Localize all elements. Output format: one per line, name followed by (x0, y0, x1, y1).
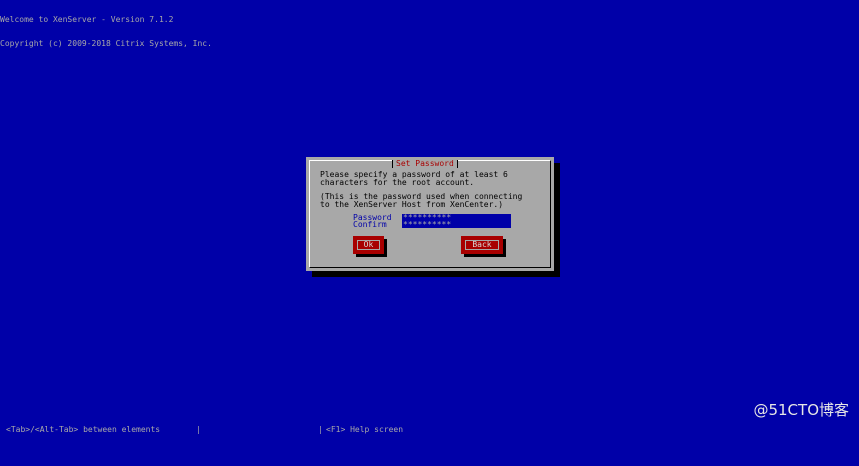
watermark: @51CTO博客 (753, 401, 849, 419)
help-footer: <Tab>/<Alt-Tab> between elements | | <F1… (0, 426, 859, 434)
back-button-label: Back (465, 240, 499, 250)
console-banner: Welcome to XenServer - Version 7.1.2 Cop… (0, 0, 212, 56)
confirm-password-field[interactable]: ********** (402, 221, 511, 228)
back-button-wrap: Back (461, 236, 506, 257)
dialog-frame: Set Password Please specify a password o… (309, 160, 551, 268)
footer-separator: | (196, 425, 201, 434)
footer-navigation-hint: <Tab>/<Alt-Tab> between elements (6, 425, 161, 434)
ok-button-wrap: Ok (353, 236, 387, 257)
back-button[interactable]: Back (461, 236, 503, 254)
note-line-2: to the XenServer Host from XenCenter.) (320, 200, 504, 209)
message-line-2: characters for the root account. (320, 178, 475, 187)
dialog-title: Set Password (392, 160, 458, 168)
ok-button-label: Ok (357, 240, 380, 250)
banner-version-line: Welcome to XenServer - Version 7.1.2 (0, 15, 174, 24)
footer-separator-2: | (318, 425, 323, 434)
banner-copyright-line: Copyright (c) 2009-2018 Citrix Systems, … (0, 39, 212, 48)
footer-help-hint: <F1> Help screen (326, 425, 404, 434)
set-password-dialog: Set Password Please specify a password o… (306, 157, 554, 271)
confirm-label: Confirm (353, 220, 387, 229)
password-field[interactable]: ********** (402, 214, 511, 221)
ok-button[interactable]: Ok (353, 236, 384, 254)
